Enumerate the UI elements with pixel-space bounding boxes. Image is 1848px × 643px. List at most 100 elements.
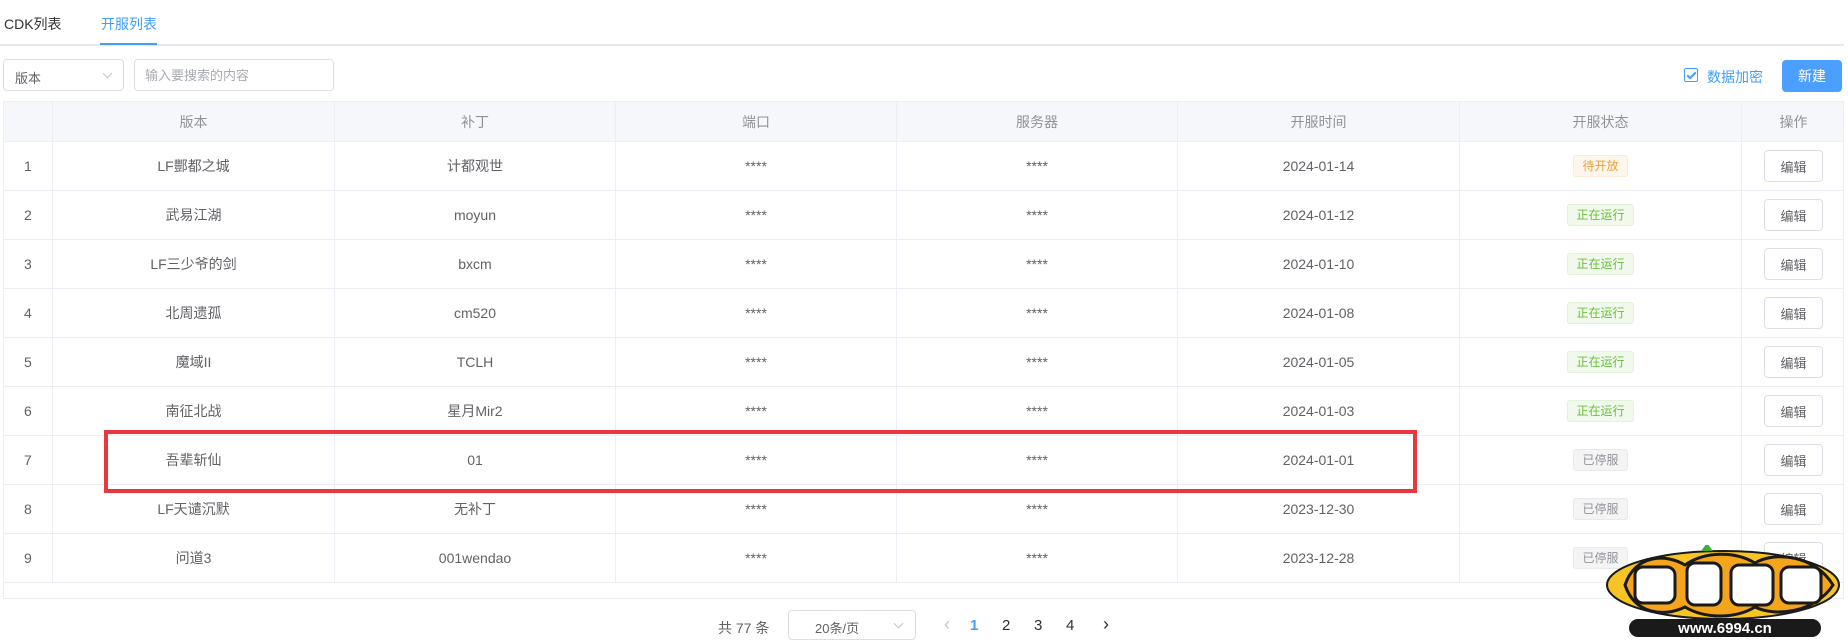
edit-button[interactable]: 编辑 [1764,444,1823,476]
page-3[interactable]: 3 [1034,617,1042,634]
cell-action: 编辑 [1742,240,1843,288]
header-action: 操作 [1779,113,1808,130]
cell-patch: 无补丁 [335,485,616,533]
table-header: 版本 补丁 端口 服务器 开服时间 开服状态 操作 [4,102,1843,142]
server-table: 版本 补丁 端口 服务器 开服时间 开服状态 操作 1 LF酆都之城 计都观世 ***… [3,101,1844,599]
cell-patch: moyun [335,191,616,239]
cell-version: 南征北战 [53,387,335,435]
next-page-icon[interactable]: › [1103,614,1109,635]
cell-open-time: 2024-01-05 [1178,338,1460,386]
table-body: 1 LF酆都之城 计都观世 **** **** 2024-01-14 待开放 编辑 2 武易江湖 m… [4,142,1843,583]
page-size-select[interactable]: 20条/页 [788,610,916,640]
table-row: 5 魔域II TCLH **** **** 2024-01-05 正在运行 编辑 [4,338,1843,387]
table-row: 6 南征北战 星月Mir2 **** **** 2024-01-03 正在运行 编辑 [4,387,1843,436]
cell-index: 9 [4,534,53,582]
cell-port: **** [616,485,897,533]
cell-server: **** [897,338,1178,386]
edit-button[interactable]: 编辑 [1764,150,1823,182]
cell-status: 待开放 [1460,142,1742,190]
cell-port: **** [616,338,897,386]
cell-server: **** [897,485,1178,533]
tabs-bar: CDK列表 开服列表 [0,0,1844,46]
cell-action: 编辑 [1742,289,1843,337]
cell-version: 问道3 [53,534,335,582]
search-input[interactable] [134,59,334,91]
pagination: 共 77 条 20条/页 ‹ 1 2 3 4 › [0,608,1848,642]
cell-action: 编辑 [1742,387,1843,435]
cell-index: 4 [4,289,53,337]
cell-patch: 计都观世 [335,142,616,190]
cell-action: 编辑 [1742,436,1843,484]
cell-version: LF三少爷的剑 [53,240,335,288]
cell-open-time: 2024-01-01 [1178,436,1460,484]
cell-open-time: 2024-01-03 [1178,387,1460,435]
cell-server: **** [897,240,1178,288]
status-badge: 正在运行 [1567,204,1634,226]
edit-button[interactable]: 编辑 [1764,297,1823,329]
cell-open-time: 2024-01-14 [1178,142,1460,190]
cell-patch: TCLH [335,338,616,386]
edit-button[interactable]: 编辑 [1764,199,1823,231]
cell-version: LF天谴沉默 [53,485,335,533]
status-badge: 正在运行 [1567,302,1634,324]
chevron-down-icon [893,618,904,629]
cell-server: **** [897,387,1178,435]
table-row: 2 武易江湖 moyun **** **** 2024-01-12 正在运行 编辑 [4,191,1843,240]
cell-patch: 01 [335,436,616,484]
cell-version: LF酆都之城 [53,142,335,190]
new-button[interactable]: 新建 [1782,60,1842,92]
version-select[interactable]: 版本 [3,59,124,91]
table-row: 3 LF三少爷的剑 bxcm **** **** 2024-01-10 正在运行 编辑 [4,240,1843,289]
cell-patch: bxcm [335,240,616,288]
page-1[interactable]: 1 [970,617,978,634]
page-4[interactable]: 4 [1066,617,1074,634]
cell-index: 5 [4,338,53,386]
watermark-logo: www.6994.cn [1606,545,1840,637]
status-badge: 待开放 [1573,155,1628,177]
cell-patch: 星月Mir2 [335,387,616,435]
cell-open-time: 2024-01-10 [1178,240,1460,288]
chevron-down-icon [102,68,113,79]
cell-action: 编辑 [1742,191,1843,239]
pagination-total: 共 77 条 [718,620,770,636]
edit-button[interactable]: 编辑 [1764,395,1823,427]
cell-action: 编辑 [1742,142,1843,190]
cell-port: **** [616,142,897,190]
encrypt-label: 数据加密 [1707,69,1763,85]
edit-button[interactable]: 编辑 [1764,248,1823,280]
cell-status: 正在运行 [1460,387,1742,435]
cell-status: 已停服 [1460,485,1742,533]
header-patch: 补丁 [335,102,616,141]
header-port: 端口 [616,102,897,141]
status-badge: 已停服 [1573,449,1628,471]
cell-port: **** [616,387,897,435]
page-2[interactable]: 2 [1002,617,1010,634]
cell-server: **** [897,534,1178,582]
edit-button[interactable]: 编辑 [1764,493,1823,525]
status-badge: 正在运行 [1567,253,1634,275]
cell-version: 武易江湖 [53,191,335,239]
table-row: 4 北周遗孤 cm520 **** **** 2024-01-08 正在运行 编辑 [4,289,1843,338]
page-size-value: 20条/页 [815,621,860,636]
header-index [4,102,53,141]
cell-server: **** [897,289,1178,337]
edit-button[interactable]: 编辑 [1764,346,1823,378]
header-status: 开服状态 [1460,102,1742,141]
cell-version: 北周遗孤 [53,289,335,337]
checkbox-checked-icon[interactable] [1684,68,1698,82]
cell-open-time: 2024-01-12 [1178,191,1460,239]
cell-open-time: 2023-12-28 [1178,534,1460,582]
cell-patch: 001wendao [335,534,616,582]
tab-cdk-list[interactable]: CDK列表 [4,14,62,34]
cell-index: 7 [4,436,53,484]
watermark-url: www.6994.cn [1677,620,1772,637]
prev-page-icon[interactable]: ‹ [944,614,950,635]
cell-open-time: 2024-01-08 [1178,289,1460,337]
table-row: 1 LF酆都之城 计都观世 **** **** 2024-01-14 待开放 编辑 [4,142,1843,191]
tab-server-list[interactable]: 开服列表 [101,14,157,34]
cell-index: 2 [4,191,53,239]
cell-port: **** [616,436,897,484]
status-badge: 正在运行 [1567,400,1634,422]
cell-port: **** [616,191,897,239]
table-row: 8 LF天谴沉默 无补丁 **** **** 2023-12-30 已停服 编辑 [4,485,1843,534]
